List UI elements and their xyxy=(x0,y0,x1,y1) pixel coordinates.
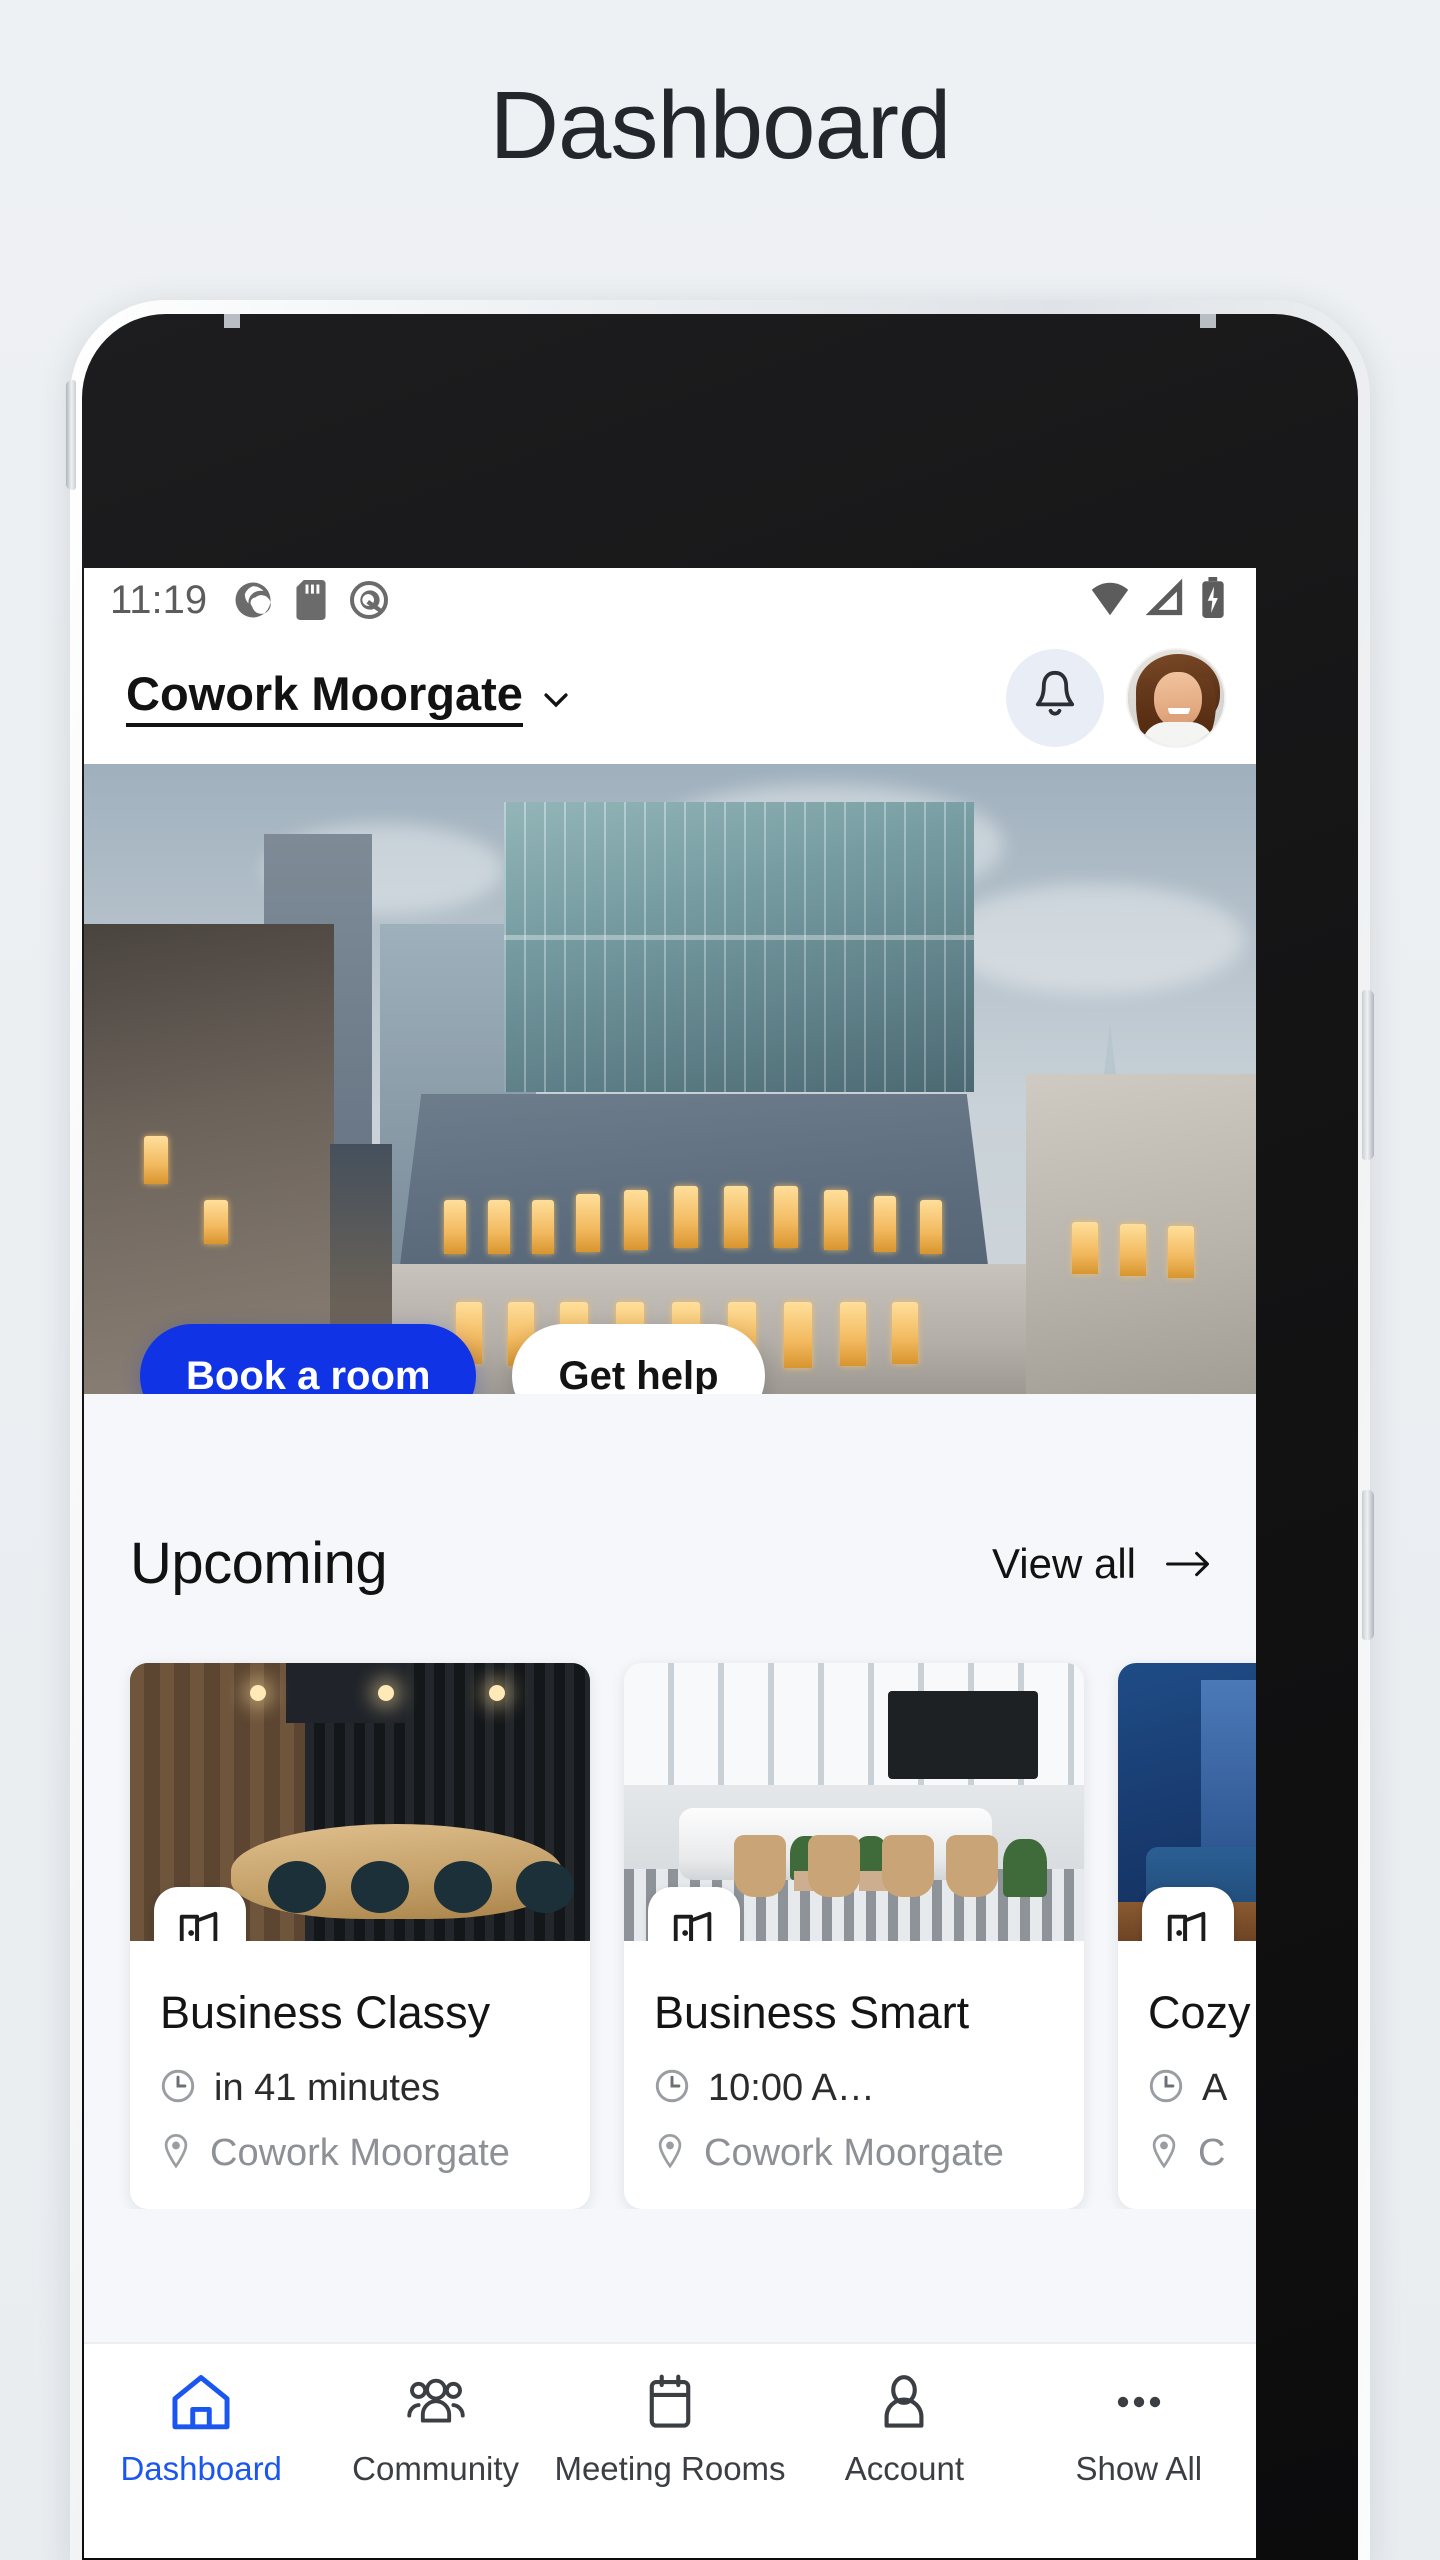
person-icon xyxy=(876,2370,932,2434)
clock-icon xyxy=(1148,2068,1184,2109)
card-thumbnail xyxy=(1118,1663,1256,1941)
page-title: Dashboard xyxy=(489,72,952,179)
app-circle-icon xyxy=(349,580,389,620)
nav-label: Dashboard xyxy=(120,2450,282,2487)
clock-icon xyxy=(654,2068,690,2109)
card-time-row: in 41 minutes xyxy=(160,2067,560,2110)
calendar-icon xyxy=(643,2370,697,2434)
list-item[interactable]: Cozy A C xyxy=(1118,1663,1256,2209)
status-bar-app-icons xyxy=(233,580,389,620)
card-title: Business Classy xyxy=(160,1987,491,2038)
power-button[interactable] xyxy=(1362,1490,1374,1640)
book-a-room-button[interactable]: Book a room xyxy=(140,1324,477,1394)
card-time: 10:00 A… xyxy=(708,2067,875,2109)
open-door-icon xyxy=(1142,1887,1234,1941)
open-door-icon xyxy=(154,1887,246,1941)
side-button-left[interactable] xyxy=(66,380,76,490)
location-name: Cowork Moorgate xyxy=(126,669,523,727)
card-location: Cowork Moorgate xyxy=(704,2132,1004,2174)
location-pin-icon xyxy=(1148,2133,1180,2174)
cellular-signal-icon xyxy=(1145,578,1186,623)
clock-icon xyxy=(160,2068,196,2109)
location-pin-icon xyxy=(160,2133,192,2174)
card-body: Business Smart 10:00 A… Cowork Moorgate xyxy=(624,1941,1084,2209)
card-thumbnail xyxy=(624,1663,1084,1941)
nav-item-community[interactable]: Community xyxy=(318,2370,552,2489)
list-item[interactable]: Business Smart 10:00 A… Cowork Moorgate xyxy=(624,1663,1084,2209)
card-thumbnail xyxy=(130,1663,590,1941)
nav-label: Meeting Rooms xyxy=(554,2450,786,2487)
app-header: Cowork Moorgate xyxy=(84,632,1256,764)
open-door-icon xyxy=(648,1887,740,1941)
card-time: in 41 minutes xyxy=(214,2067,441,2109)
card-location: Cowork Moorgate xyxy=(210,2132,510,2174)
battery-charging-icon xyxy=(1200,576,1226,624)
sd-card-icon xyxy=(295,580,327,620)
bottom-navigation: Dashboard Community Meeting Rooms Accoun… xyxy=(84,2342,1256,2558)
phone-screen: 11:19 Cowork Moorgate Book a room Get he… xyxy=(84,568,1256,2558)
app-shutter-icon xyxy=(233,580,273,620)
page-root: Dashboard 11:19 Cowork Moorgate Book a r… xyxy=(0,0,1440,2560)
nav-item-meeting-rooms[interactable]: Meeting Rooms xyxy=(553,2370,787,2489)
nav-item-show-all[interactable]: Show All xyxy=(1022,2370,1256,2489)
nav-item-account[interactable]: Account xyxy=(787,2370,1021,2489)
card-body: Business Classy in 41 minutes Cowork Moo… xyxy=(130,1941,590,2209)
phone-device: 11:19 Cowork Moorgate Book a room Get he… xyxy=(66,300,1374,2560)
get-help-button[interactable]: Get help xyxy=(512,1324,765,1394)
nav-label: Account xyxy=(844,2450,965,2487)
notifications-button[interactable] xyxy=(1006,649,1104,747)
ellipsis-icon xyxy=(1109,2370,1169,2434)
antenna-notch-right xyxy=(1200,314,1216,328)
card-title: Cozy xyxy=(1148,1987,1251,2038)
card-time: A xyxy=(1202,2067,1228,2109)
avatar[interactable] xyxy=(1126,648,1226,748)
card-location-row: Cowork Moorgate xyxy=(160,2132,560,2175)
hero-action-buttons: Book a room Get help xyxy=(140,1324,765,1394)
nav-label: Community xyxy=(352,2450,520,2487)
card-time-row: 10:00 A… xyxy=(654,2067,1054,2110)
wifi-icon xyxy=(1088,578,1132,623)
location-switcher[interactable]: Cowork Moorgate xyxy=(126,669,573,727)
view-all-button[interactable]: View all xyxy=(992,1540,1210,1588)
list-item[interactable]: Business Classy in 41 minutes Cowork Moo… xyxy=(130,1663,590,2209)
status-bar-system-icons xyxy=(1088,576,1226,624)
people-icon xyxy=(405,2370,467,2434)
view-all-label: View all xyxy=(992,1539,1136,1587)
home-icon xyxy=(170,2370,232,2434)
antenna-notch-left xyxy=(224,314,240,328)
status-bar: 11:19 xyxy=(84,568,1256,632)
nav-item-dashboard[interactable]: Dashboard xyxy=(84,2370,318,2489)
hero-image: Book a room Get help xyxy=(84,764,1256,1394)
arrow-right-icon xyxy=(1166,1549,1210,1579)
card-body: Cozy A C xyxy=(1118,1941,1256,2209)
card-time-row: A xyxy=(1148,2067,1256,2110)
status-bar-clock: 11:19 xyxy=(110,577,208,622)
card-location-row: C xyxy=(1148,2132,1256,2175)
chevron-down-icon xyxy=(539,683,573,717)
location-pin-icon xyxy=(654,2133,686,2174)
volume-button[interactable] xyxy=(1362,990,1374,1160)
nav-label: Show All xyxy=(1075,2450,1203,2487)
upcoming-section-header: Upcoming View all xyxy=(84,1498,1256,1597)
upcoming-cards-carousel[interactable]: Business Classy in 41 minutes Cowork Moo… xyxy=(84,1597,1256,2209)
bell-icon xyxy=(1029,668,1081,729)
section-title: Upcoming xyxy=(130,1531,388,1596)
card-location: C xyxy=(1198,2132,1226,2174)
card-location-row: Cowork Moorgate xyxy=(654,2132,1054,2175)
card-title: Business Smart xyxy=(654,1987,970,2038)
